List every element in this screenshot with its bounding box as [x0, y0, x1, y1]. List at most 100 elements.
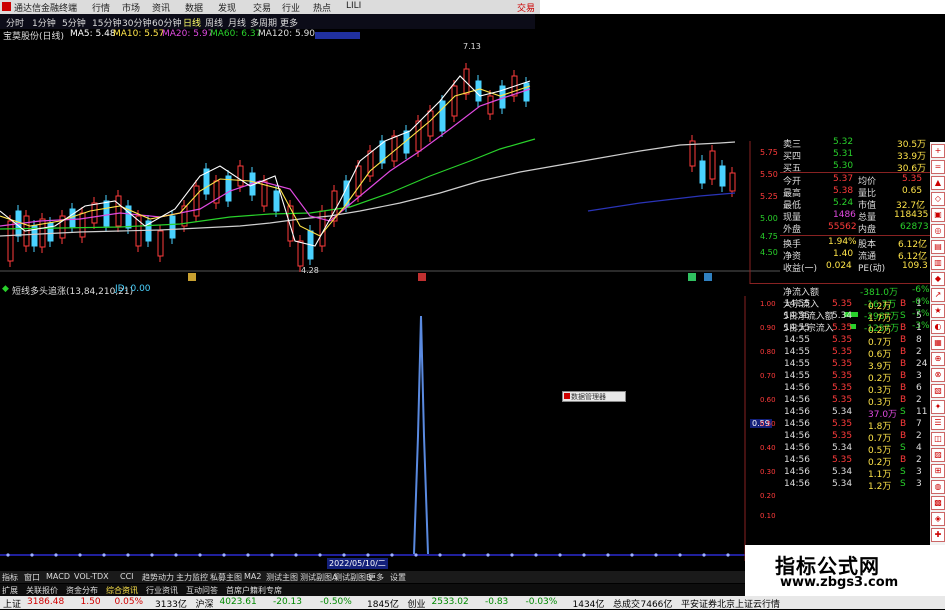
candle-body	[157, 230, 164, 257]
indicator-tab[interactable]: 更多	[368, 572, 384, 583]
tick-count: 1	[916, 299, 922, 309]
period-60min[interactable]: 60分钟	[152, 16, 181, 29]
menu-shichang[interactable]: 市场	[122, 1, 140, 14]
indicator-tab[interactable]: 设置	[390, 572, 406, 583]
indicator-tab[interactable]: 测试主图	[266, 572, 298, 583]
indicator-tab[interactable]: 主力监控	[176, 572, 208, 583]
period-toolbar: 分时 1分钟 5分钟 15分钟 30分钟 60分钟 日线 周线 月线 多周期 更…	[0, 14, 535, 29]
indicator-tab[interactable]: 测试副图B	[334, 572, 372, 583]
axis-dot	[486, 553, 490, 557]
extension-tab[interactable]: 关联报价	[26, 585, 58, 596]
tick-direction: B	[900, 371, 907, 381]
candle-body	[91, 202, 98, 224]
indicator-tab[interactable]: VOL-TDX	[74, 572, 109, 581]
sidebar-tool-icon[interactable]: ▲	[931, 176, 945, 190]
candle-body	[103, 200, 110, 227]
indicator-tabs: 指标 窗口 MACD VOL-TDX CCI 趋势动力 主力监控 私募主图 MA2 测试主图 测试副…	[0, 571, 760, 583]
period-multi[interactable]: 多周期	[250, 16, 277, 29]
candle-body	[47, 222, 54, 242]
candle-body	[709, 150, 716, 180]
tick-direction: B	[900, 323, 907, 333]
candle-body	[355, 165, 362, 197]
status-item: 创业	[407, 600, 426, 610]
tick-count: 24	[916, 359, 928, 369]
ma-extra-bar	[315, 32, 360, 39]
tick-time: 14:55	[784, 311, 810, 321]
status-item: 总成交	[613, 600, 641, 610]
indicator-tab[interactable]: MA2	[244, 572, 261, 581]
indicator-tab[interactable]: 窗口	[24, 572, 40, 583]
indicator-tab[interactable]: 指标	[2, 572, 18, 583]
sidebar-tool-icon[interactable]: +	[931, 144, 945, 158]
sidebar-tool-icon[interactable]: ▤	[931, 240, 945, 254]
extension-tab[interactable]: 扩展	[2, 585, 18, 596]
quote-label: 内盘	[858, 225, 877, 235]
menu-zixun[interactable]: 资讯	[152, 1, 170, 14]
y-tick: 5.25	[760, 192, 778, 201]
candle-body	[69, 208, 76, 228]
period-fenshi[interactable]: 分时	[6, 16, 24, 29]
period-15min[interactable]: 15分钟	[92, 16, 121, 29]
quote-value: 0.65	[902, 186, 923, 196]
sidebar-tool-icon[interactable]: ▣	[931, 208, 945, 222]
high-label: 7.13	[463, 42, 481, 51]
tick-price: 5.35	[832, 299, 853, 309]
period-30min[interactable]: 30分钟	[122, 16, 151, 29]
sidebar-tool-icon[interactable]: ◆	[931, 272, 945, 286]
extension-tab[interactable]: 行业资讯	[146, 585, 178, 596]
menu-hangqing[interactable]: 行情	[92, 1, 110, 14]
tick-price: 5.34	[832, 407, 853, 417]
status-item: 上证	[3, 600, 22, 610]
ob-price: 5.30	[833, 161, 854, 171]
period-month[interactable]: 月线	[228, 16, 246, 29]
status-item: 沪深	[195, 600, 214, 610]
indicator-tab[interactable]: 私募主图	[210, 572, 242, 583]
indicator-jd: JD: 0.00	[115, 284, 151, 294]
extension-tab[interactable]: 首席户籍利专席	[226, 585, 282, 596]
extension-tab[interactable]: 综合资讯	[106, 585, 138, 596]
data-manager-popup[interactable]: 数据管理器	[562, 391, 626, 402]
settings-icon[interactable]: ◆	[2, 284, 9, 294]
sidebar-tool-icon[interactable]: ◇	[931, 192, 945, 206]
tick-price: 5.35	[832, 455, 853, 465]
period-week[interactable]: 周线	[205, 16, 223, 29]
tick-direction: S	[900, 443, 906, 453]
axis-dot	[462, 553, 466, 557]
menu-lili[interactable]: LILI	[346, 1, 361, 11]
tick-price: 5.35	[832, 359, 853, 369]
period-5min[interactable]: 5分钟	[62, 16, 86, 29]
extension-tab[interactable]: 资金分布	[66, 585, 98, 596]
sidebar-tool-icon[interactable]: =	[931, 160, 945, 174]
ob-price: 5.32	[833, 137, 854, 147]
marker-1	[188, 273, 196, 281]
popup-icon	[564, 393, 570, 399]
ob-price: 5.31	[833, 149, 854, 159]
app-title: 通达信金融终端	[14, 4, 78, 14]
candlestick-chart[interactable]: 7.13 4.28 5.75 5.50 5.25 5.00 4.75 4.50	[0, 41, 780, 284]
period-1min[interactable]: 1分钟	[32, 16, 56, 29]
period-day[interactable]: 日线	[183, 16, 201, 29]
menu-hangye[interactable]: 行业	[282, 1, 300, 14]
menu-jiaoyi[interactable]: 交易	[253, 1, 271, 14]
indicator-chart[interactable]: 1.00 0.90 0.80 0.70	[0, 296, 750, 571]
menu-shuju[interactable]: 数据	[185, 1, 203, 14]
tick-trades-list[interactable]: 14:55 5.35 0.2万 B 1 14:55 5.34 1.7万 S 5 14:55 5.35 0…	[750, 298, 945, 553]
indicator-tab[interactable]: CCI	[120, 572, 134, 581]
watermark-url: www.zbgs3.com	[780, 575, 899, 590]
tick-count: 3	[916, 467, 922, 477]
indicator-tab[interactable]: 趋势动力	[142, 572, 174, 583]
sidebar-tool-icon[interactable]: ◎	[931, 224, 945, 238]
candle-body	[729, 172, 736, 192]
menu-redian[interactable]: 热点	[313, 1, 331, 14]
trade-button[interactable]: 交易	[517, 1, 535, 14]
tick-direction: S	[900, 467, 906, 477]
period-more[interactable]: 更多	[280, 16, 298, 29]
y-tick: 4.75	[760, 232, 778, 241]
indicator-tab[interactable]: MACD	[46, 572, 70, 581]
indicator-tab[interactable]: 测试副图A	[300, 572, 337, 583]
order-book: 卖三 5.32 30.5万 买四 5.31 33.9万 买五 5.30 30.6…	[780, 137, 930, 177]
extension-tab[interactable]: 互动问答	[186, 585, 218, 596]
sidebar-tool-icon[interactable]: ▥	[931, 256, 945, 270]
menu-faxian[interactable]: 发现	[218, 1, 236, 14]
tick-time: 14:56	[784, 455, 810, 465]
